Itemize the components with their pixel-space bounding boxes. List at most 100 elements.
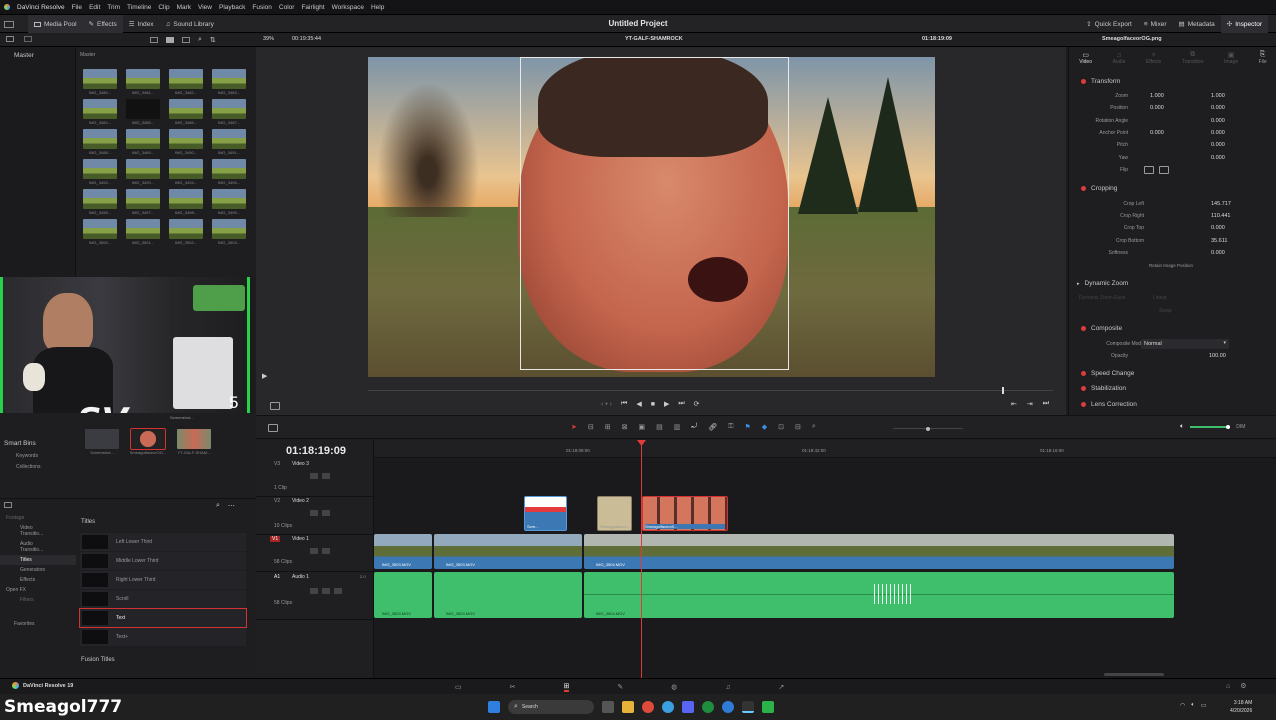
flag-icon[interactable]: ⚑: [744, 423, 750, 431]
bin-list-icon[interactable]: [24, 36, 32, 42]
track-name[interactable]: Video 3: [292, 461, 309, 467]
title-item[interactable]: Text+: [80, 628, 246, 646]
dim-button[interactable]: DIM: [1236, 424, 1245, 430]
media-thumb[interactable]: IMG_3495...: [209, 159, 249, 185]
task-view-icon[interactable]: [602, 701, 614, 713]
wifi-icon[interactable]: ◠: [1180, 702, 1185, 709]
media-thumb[interactable]: IMG_3484...: [80, 99, 120, 125]
effects-sidebar-icon[interactable]: [4, 502, 12, 508]
menu-fairlight[interactable]: Fairlight: [301, 4, 324, 11]
tab-audio[interactable]: ♫ Audio: [1113, 52, 1126, 65]
file-explorer-icon[interactable]: [622, 701, 634, 713]
softness-field[interactable]: 0.000: [1211, 250, 1225, 256]
media-thumb[interactable]: IMG_3500...: [80, 219, 120, 245]
home-icon[interactable]: ⌂: [1226, 683, 1230, 690]
zoom-y-field[interactable]: 1.000: [1211, 93, 1225, 99]
timeline-scrollbar[interactable]: [1104, 673, 1164, 676]
media-thumb[interactable]: IMG_3480...: [80, 69, 120, 95]
reverse-icon[interactable]: ◀: [636, 400, 641, 408]
menu-help[interactable]: Help: [371, 4, 384, 11]
timeline-name[interactable]: YT-GALF-SHAMROCK: [625, 36, 683, 42]
pitch-field[interactable]: 0.000: [1211, 142, 1225, 148]
media-thumb[interactable]: IMG_3488...: [80, 129, 120, 155]
selection-tool-icon[interactable]: ➤: [571, 423, 577, 431]
zoom-custom-icon[interactable]: ⌕: [812, 423, 816, 431]
v2-clip[interactable]: Smeagolfaceor...: [597, 496, 632, 531]
enable-dot-icon[interactable]: [1081, 326, 1086, 331]
playhead[interactable]: [641, 440, 642, 678]
media-thumb[interactable]: IMG_3501...: [123, 219, 163, 245]
insert-icon[interactable]: ▣: [639, 423, 646, 431]
lock-track-icon[interactable]: [310, 588, 318, 594]
v1-clip[interactable]: IMG_3504.MOV: [584, 534, 1174, 569]
enable-track-icon[interactable]: [322, 473, 330, 479]
anchor-y-field[interactable]: 0.000: [1211, 130, 1225, 136]
media-pool-button[interactable]: Media Pool: [28, 15, 83, 33]
crop-right-field[interactable]: 110.441: [1211, 213, 1230, 219]
media-thumb[interactable]: IMG_3502...: [166, 219, 206, 245]
video-frame[interactable]: [368, 57, 935, 377]
a1-clip[interactable]: IMG_3503.MOV: [434, 572, 582, 618]
timeline-area[interactable]: 01:18:08:00 01:18:42:00 01:18:16:00 Scre…: [374, 440, 1276, 678]
deliver-page-icon[interactable]: ➚: [779, 683, 785, 691]
enable-track-icon[interactable]: [322, 548, 330, 554]
zoom-x-field[interactable]: 1.000: [1150, 93, 1164, 99]
rotation-field[interactable]: 0.000: [1211, 118, 1225, 124]
lock-icon[interactable]: ⚿: [728, 423, 733, 431]
lens-correction-header[interactable]: Lens Correction: [1081, 401, 1137, 408]
menu-edit[interactable]: Edit: [89, 4, 100, 11]
a1-clip[interactable]: IMG_3504.MOV: [584, 572, 1174, 618]
timeline-zoom-slider[interactable]: [893, 426, 963, 431]
anchor-x-field[interactable]: 0.000: [1150, 130, 1164, 136]
media-thumb[interactable]: YT-GALF-SHAM...: [174, 429, 214, 455]
position-x-field[interactable]: 0.000: [1150, 105, 1164, 111]
media-page-icon[interactable]: ▭: [455, 683, 462, 691]
windows-start-icon[interactable]: [488, 701, 500, 713]
cropping-header[interactable]: Cropping: [1081, 185, 1117, 192]
metadata-button[interactable]: ▤ Metadata: [1173, 15, 1221, 33]
menu-view[interactable]: View: [198, 4, 212, 11]
tab-file[interactable]: ⎘ File: [1259, 51, 1267, 65]
media-thumb[interactable]: IMG_3493...: [123, 159, 163, 185]
volume-icon[interactable]: 🔈︎: [1180, 423, 1184, 431]
enable-dot-icon[interactable]: [1081, 186, 1086, 191]
layout-icon[interactable]: [4, 20, 14, 28]
media-thumb[interactable]: IMG_3497...: [123, 189, 163, 215]
color-page-icon[interactable]: ◍: [671, 683, 677, 691]
menu-fusion[interactable]: Fusion: [252, 4, 272, 11]
jog-icon[interactable]: ‹ • ›: [601, 401, 612, 408]
menu-trim[interactable]: Trim: [107, 4, 120, 11]
lock-track-icon[interactable]: [310, 548, 318, 554]
flip-horizontal-icon[interactable]: [1144, 166, 1154, 174]
resolve-taskbar-icon[interactable]: [742, 701, 754, 713]
viewer-mode-button[interactable]: [270, 402, 280, 410]
trim-tool-icon[interactable]: ⊟: [588, 423, 594, 431]
keywords-item[interactable]: Keywords: [16, 453, 40, 459]
track-name[interactable]: Video 2: [292, 498, 309, 504]
spreadsheet-icon[interactable]: [762, 701, 774, 713]
enable-dot-icon[interactable]: [1081, 371, 1086, 376]
fusion-page-icon[interactable]: ✎: [617, 683, 623, 691]
chrome-icon[interactable]: [642, 701, 654, 713]
v1-clip[interactable]: IMG_3503.MOV: [434, 534, 582, 569]
lock-track-icon[interactable]: [310, 510, 318, 516]
menu-playback[interactable]: Playback: [219, 4, 245, 11]
taskbar-search[interactable]: ⌕ Search: [508, 700, 594, 714]
favorites-label[interactable]: Favorites: [14, 621, 35, 627]
play-icon[interactable]: ▶: [664, 400, 669, 408]
link-icon[interactable]: 🔗︎: [708, 423, 717, 431]
title-item[interactable]: Right Lower Third: [80, 571, 246, 589]
tree-audio-transitions[interactable]: Audio Transitio...: [0, 539, 76, 555]
marker-icon[interactable]: ◆: [762, 423, 767, 431]
track-name[interactable]: Video 1: [292, 536, 309, 542]
title-item[interactable]: Middle Lower Third: [80, 552, 246, 570]
media-thumb[interactable]: IMG_3490...: [166, 129, 206, 155]
retain-position-checkbox[interactable]: Retain Image Position: [1149, 263, 1193, 268]
menu-file[interactable]: File: [72, 4, 82, 11]
media-thumb[interactable]: IMG_3496...: [80, 189, 120, 215]
swap-button[interactable]: Swap: [1159, 308, 1172, 314]
list-view-icon[interactable]: [182, 37, 190, 43]
media-thumb[interactable]: IMG_3482...: [166, 69, 206, 95]
overwrite-icon[interactable]: ▤: [656, 423, 663, 431]
media-thumb-selected[interactable]: SmeagolfaceorOG...: [128, 428, 168, 455]
